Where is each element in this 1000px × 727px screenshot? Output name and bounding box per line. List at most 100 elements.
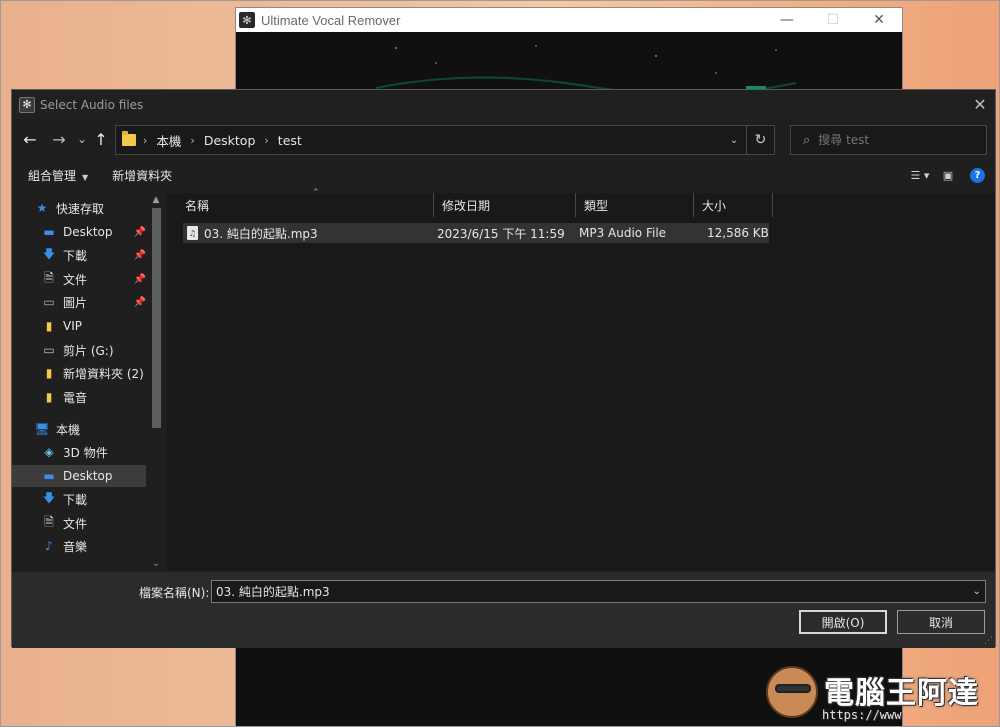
file-list: ⌃ 名稱 修改日期 類型 大小 ♫ 03. 純白的起點.mp3 2023/6/1…: [167, 188, 995, 571]
desktop-icon: ▬: [43, 225, 55, 239]
download-icon: 🡇: [42, 246, 56, 261]
sidebar-item-pc-documents[interactable]: 🗎 文件: [12, 512, 146, 534]
sidebar-item-vip[interactable]: ▮ VIP: [12, 315, 146, 337]
dialog-close-button[interactable]: ✕: [965, 90, 995, 119]
sidebar-item-pictures[interactable]: ▭ 圖片 📌: [12, 291, 146, 313]
sidebar-item-desktop[interactable]: ▬ Desktop 📌: [12, 221, 146, 243]
file-name: 03. 純白的起點.mp3: [204, 226, 318, 241]
recent-locations-chevron-icon[interactable]: ⌄: [72, 129, 92, 149]
address-bar[interactable]: › 本機 › Desktop › test ⌄ ↻: [115, 125, 775, 155]
address-dropdown-icon[interactable]: ⌄: [722, 126, 746, 154]
chevron-down-icon[interactable]: ⌄: [973, 586, 981, 597]
preview-pane-icon[interactable]: ▣: [934, 164, 962, 186]
sidebar-item-pc-desktop[interactable]: ▬ Desktop: [12, 465, 146, 487]
column-header-label: 名稱: [185, 198, 210, 213]
column-header-type[interactable]: 類型: [576, 193, 694, 217]
column-header-label: 大小: [702, 198, 727, 213]
watermark-logo: 電腦王阿達 https://www: [762, 660, 997, 724]
help-icon[interactable]: ?: [970, 167, 985, 183]
select-audio-files-dialog: ✻ Select Audio files ✕ ← → ⌄ ↑ › 本機 › De…: [11, 89, 996, 648]
column-header-label: 修改日期: [442, 198, 491, 213]
star-icon: ★: [36, 201, 48, 215]
new-folder-button[interactable]: 新增資料夾: [112, 167, 172, 184]
navigation-row: ← → ⌄ ↑ › 本機 › Desktop › test ⌄ ↻ ⌕: [12, 123, 995, 157]
pin-icon: 📌: [133, 249, 146, 261]
computer-icon: 🖥: [34, 422, 50, 436]
up-arrow-icon[interactable]: ↑: [91, 129, 111, 149]
search-input[interactable]: [818, 133, 969, 147]
sidebar-item-documents[interactable]: 🗎 文件 📌: [12, 268, 146, 290]
scrollbar-thumb[interactable]: [152, 208, 161, 428]
sidebar-item-label: 文件: [63, 516, 88, 531]
open-button[interactable]: 開啟(O): [799, 610, 887, 634]
sidebar-item-label: 文件: [63, 272, 88, 287]
sidebar-item-electronic[interactable]: ▮ 電音: [12, 386, 146, 408]
file-modified: 2023/6/15 下午 11:59: [437, 226, 565, 241]
cancel-button[interactable]: 取消: [897, 610, 985, 634]
sidebar-scrollbar[interactable]: ▲ ⌄: [148, 193, 164, 571]
minimize-button[interactable]: —: [764, 8, 810, 32]
caret-down-icon: ▼: [82, 172, 89, 182]
sidebar-item-label: VIP: [63, 319, 82, 333]
sidebar-item-3d-objects[interactable]: ◈ 3D 物件: [12, 441, 146, 463]
maximize-button[interactable]: ☐: [810, 8, 856, 32]
sidebar-item-this-pc[interactable]: 🖥 本機: [12, 418, 146, 440]
column-header-size[interactable]: 大小: [694, 193, 773, 217]
sidebar-item-label: Desktop: [63, 225, 113, 239]
desktop-icon: ▬: [43, 469, 55, 483]
breadcrumb-test[interactable]: test: [278, 133, 302, 148]
organize-menu-button[interactable]: 組合管理 ▼: [28, 167, 88, 184]
document-icon: 🗎: [44, 514, 54, 529]
sidebar-item-new-folder-2[interactable]: ▮ 新增資料夾 (2): [12, 362, 146, 384]
drive-icon: ▭: [43, 343, 55, 357]
breadcrumb-this-pc[interactable]: 本機: [156, 131, 181, 150]
table-row[interactable]: ♫ 03. 純白的起點.mp3 2023/6/15 下午 11:59 MP3 A…: [183, 223, 769, 243]
watermark-text: 電腦王阿達: [824, 676, 979, 711]
close-button[interactable]: ✕: [856, 8, 902, 32]
command-bar: 組合管理 ▼ 新增資料夾 ☰ ▾ ▣ ?: [12, 160, 995, 190]
forward-arrow-icon[interactable]: →: [49, 129, 69, 149]
file-size: 12,586 KB: [707, 226, 769, 240]
pin-icon: 📌: [133, 296, 146, 308]
column-header-modified[interactable]: 修改日期: [434, 193, 576, 217]
sidebar-item-pc-downloads[interactable]: 🡇 下載: [12, 488, 146, 510]
scroll-down-icon[interactable]: ⌄: [148, 557, 164, 571]
scroll-up-icon[interactable]: ▲: [148, 193, 164, 207]
breadcrumb-separator-icon: ›: [190, 133, 195, 147]
search-box[interactable]: ⌕: [790, 125, 987, 155]
folder-icon: ▮: [45, 319, 53, 333]
3d-objects-icon: ◈: [44, 445, 54, 459]
folder-icon: ▮: [45, 390, 53, 404]
uvr-logo-icon: ✻: [239, 12, 255, 28]
pin-icon: 📌: [133, 273, 146, 285]
dialog-title: Select Audio files: [40, 97, 144, 112]
back-arrow-icon[interactable]: ←: [20, 129, 40, 149]
sidebar-item-label: 下載: [63, 492, 88, 507]
breadcrumb-separator-icon: ›: [264, 133, 269, 147]
sidebar-item-label: 新增資料夾 (2): [63, 366, 144, 381]
change-view-icon[interactable]: ☰ ▾: [906, 164, 934, 186]
sidebar-item-quick-access[interactable]: ★ 快速存取: [12, 197, 146, 219]
filename-label: 檔案名稱(N):: [139, 586, 210, 600]
column-header-name[interactable]: ⌃ 名稱: [177, 188, 434, 217]
app-icon: ✻: [19, 96, 35, 113]
sidebar-item-music[interactable]: ♪ 音樂: [12, 535, 146, 557]
filename-area: 檔案名稱(N): ⌄ 開啟(O) 取消 ⋰: [12, 572, 995, 648]
sidebar-item-label: 圖片: [63, 295, 88, 310]
breadcrumb-separator-icon: ›: [143, 133, 148, 147]
resize-grip-icon[interactable]: ⋰: [984, 636, 993, 646]
background-app-title: Ultimate Vocal Remover: [261, 12, 401, 28]
sidebar-item-downloads[interactable]: 🡇 下載 📌: [12, 244, 146, 266]
dialog-titlebar: ✻ Select Audio files ✕: [12, 90, 995, 119]
download-icon: 🡇: [42, 490, 56, 505]
refresh-icon[interactable]: ↻: [746, 126, 774, 154]
filename-combobox[interactable]: ⌄: [211, 580, 986, 603]
sidebar-item-label: 3D 物件: [63, 445, 108, 460]
filename-input[interactable]: [212, 584, 952, 599]
sidebar-item-label: 下載: [63, 248, 88, 263]
sidebar-item-drive-g[interactable]: ▭ 剪片 (G:): [12, 339, 146, 361]
music-icon: ♪: [45, 539, 53, 553]
sidebar-item-label: Desktop: [63, 469, 113, 483]
breadcrumb-desktop[interactable]: Desktop: [204, 133, 256, 148]
sidebar-item-label: 音樂: [63, 539, 88, 554]
